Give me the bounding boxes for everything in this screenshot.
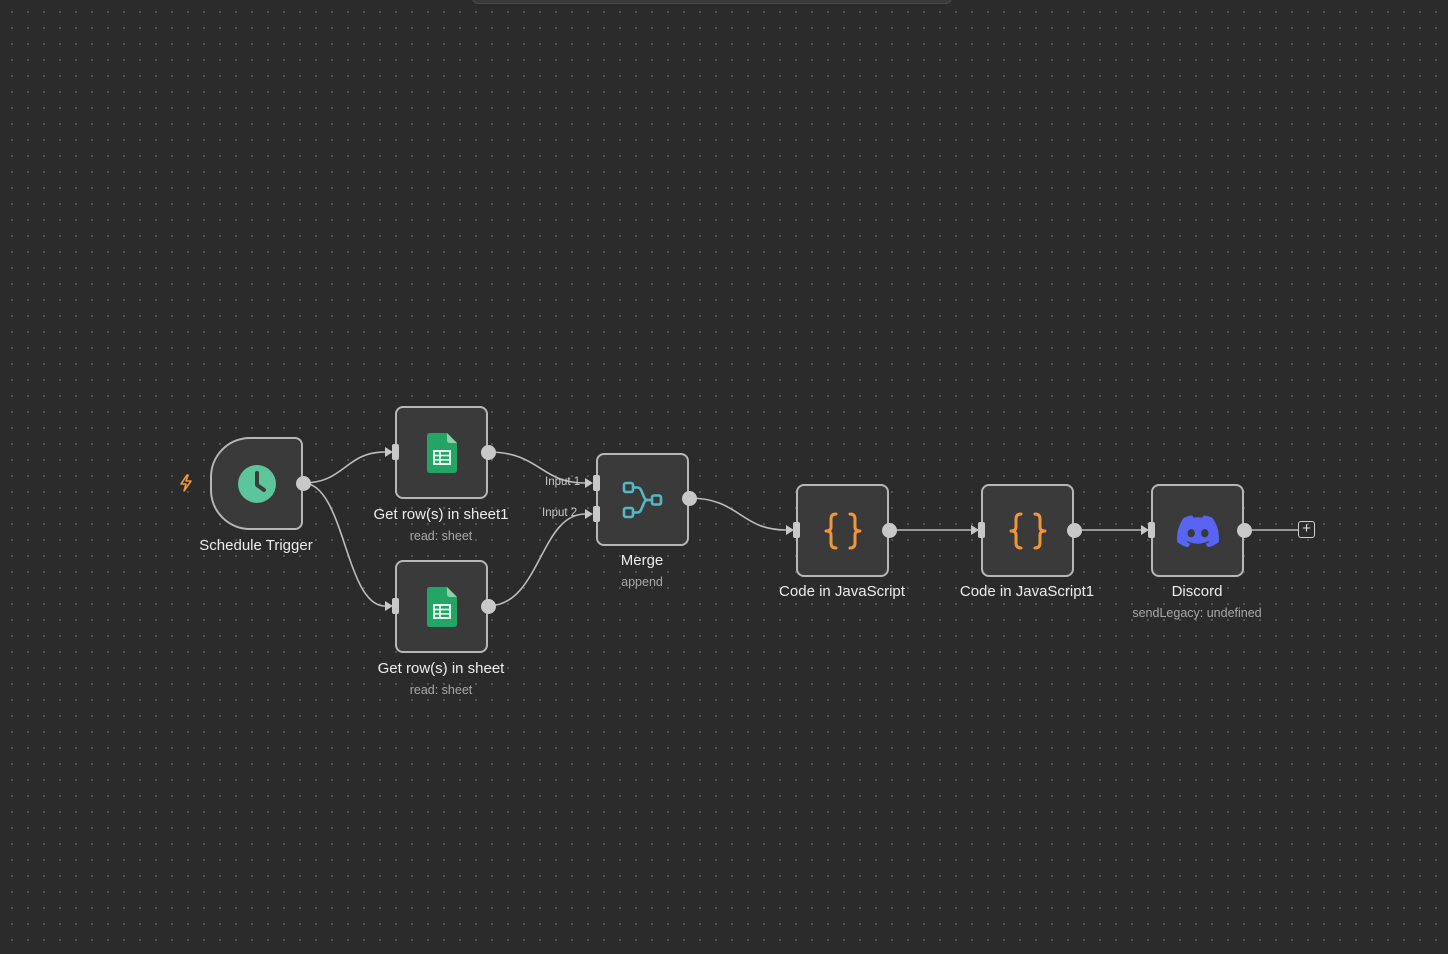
connection-arrow: [385, 447, 393, 457]
code-braces-icon: [824, 512, 861, 549]
connection-arrow: [585, 509, 593, 519]
node-get-rows-sheet[interactable]: [395, 560, 488, 653]
output-handle[interactable]: [1236, 522, 1252, 538]
node-discord[interactable]: [1151, 484, 1244, 577]
node-title: Merge: [620, 552, 664, 569]
connection-trigger-to-sheet1: [302, 451, 386, 484]
input-handle[interactable]: [592, 475, 600, 491]
connection-arrow: [786, 525, 794, 535]
merge-input-1-label: Input 1: [545, 476, 581, 488]
add-node-button[interactable]: +: [1298, 521, 1315, 538]
merge-input-2-label: Input 2: [542, 507, 578, 519]
node-code-in-javascript1[interactable]: [981, 484, 1074, 577]
output-handle[interactable]: [480, 598, 496, 614]
trigger-bolt-icon: [180, 474, 192, 492]
node-subtitle: read: sheet: [409, 683, 473, 697]
connection-arrow: [385, 601, 393, 611]
node-code-in-javascript[interactable]: [796, 484, 889, 577]
output-handle[interactable]: [480, 444, 496, 460]
google-sheets-icon: [426, 432, 457, 473]
connection-merge-to-code: [688, 497, 787, 531]
output-handle[interactable]: [881, 522, 897, 538]
code-braces-icon: [1009, 512, 1046, 549]
node-title: Schedule Trigger: [199, 537, 313, 554]
node-subtitle: append: [621, 575, 663, 589]
node-get-rows-sheet1[interactable]: [395, 406, 488, 499]
input-handle[interactable]: [592, 506, 600, 522]
node-title: Code in JavaScript: [779, 583, 905, 600]
connection-arrow: [585, 478, 593, 488]
node-subtitle: sendLegacy: undefined: [1132, 606, 1262, 620]
merge-icon: [622, 481, 662, 518]
node-title: Get row(s) in sheet1: [373, 506, 509, 523]
node-subtitle: read: sheet: [409, 529, 473, 543]
google-sheets-icon: [426, 586, 457, 627]
clock-icon: [237, 464, 276, 503]
discord-icon: [1176, 514, 1219, 547]
connection-arrow: [1141, 525, 1149, 535]
node-title: Get row(s) in sheet: [377, 660, 505, 677]
node-merge[interactable]: [596, 453, 689, 546]
output-handle[interactable]: [1066, 522, 1082, 538]
connection-arrow: [971, 525, 979, 535]
node-title: Discord: [1171, 583, 1223, 600]
workflow-canvas[interactable]: Schedule Trigger Get row(s) in sheet1 re…: [0, 0, 1448, 954]
output-handle[interactable]: [681, 490, 697, 506]
node-schedule-trigger[interactable]: [210, 437, 303, 530]
output-handle[interactable]: [295, 475, 311, 491]
